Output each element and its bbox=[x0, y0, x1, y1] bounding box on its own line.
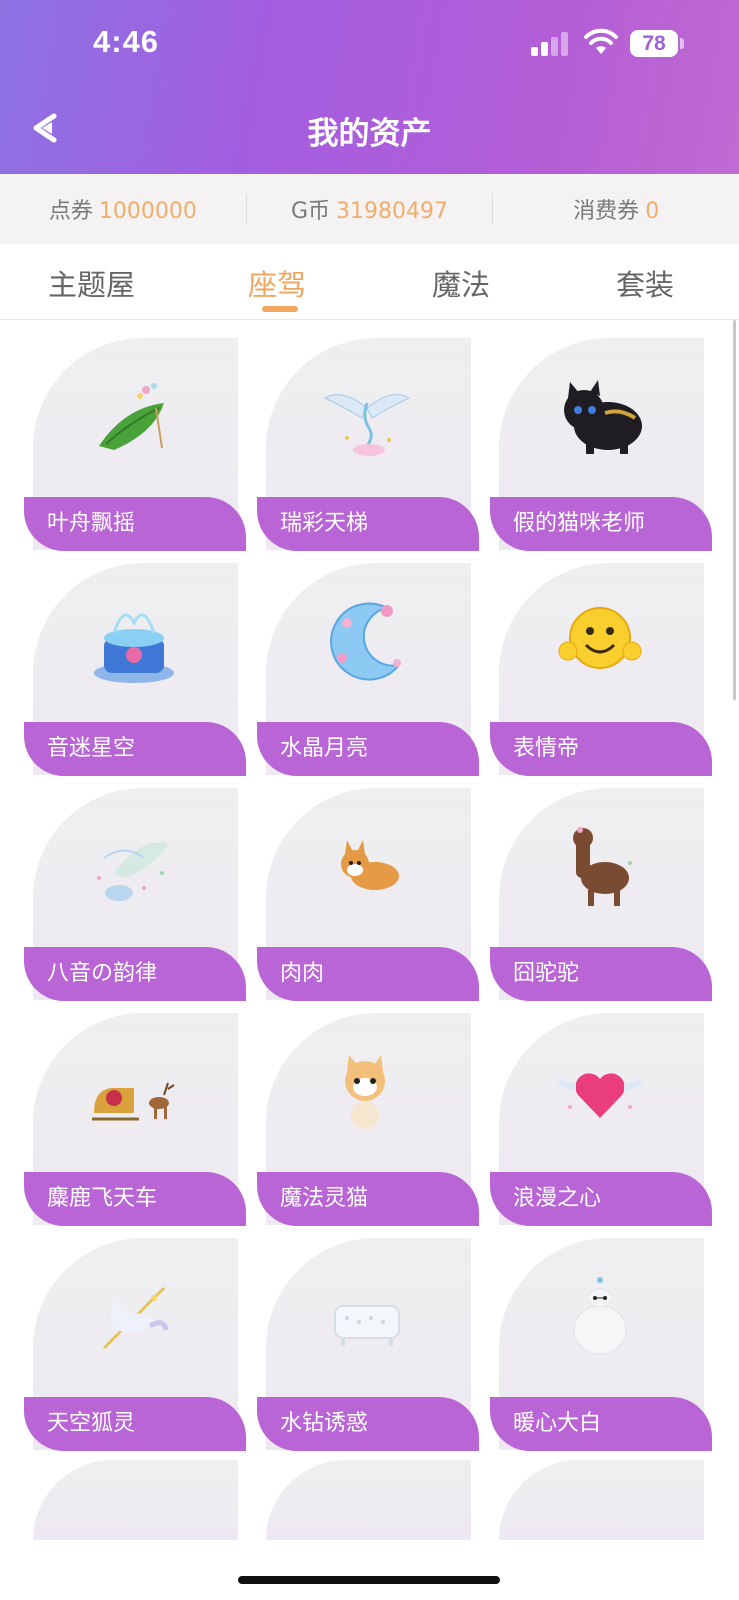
alpaca-icon bbox=[573, 827, 632, 906]
item-card[interactable] bbox=[490, 1460, 710, 1540]
corgi-icon bbox=[341, 840, 399, 890]
item-card[interactable]: 水晶月亮 bbox=[257, 563, 479, 777]
winged-ladder-icon bbox=[323, 394, 411, 456]
baymax-icon bbox=[573, 1277, 627, 1355]
balance-label: G币 bbox=[290, 199, 331, 224]
tab-outfit[interactable]: 套装 bbox=[616, 262, 674, 304]
tab-magic[interactable]: 魔法 bbox=[432, 262, 490, 304]
item-name: 水晶月亮 bbox=[257, 722, 479, 776]
home-indicator[interactable] bbox=[238, 1576, 500, 1584]
item-card[interactable]: 假的猫咪老师 bbox=[490, 338, 712, 552]
category-tabs: 主题屋 座驾 魔法 套装 bbox=[0, 244, 739, 320]
item-name: 瑞彩天梯 bbox=[257, 497, 479, 551]
wifi-icon bbox=[584, 28, 618, 54]
item-name: 表情帝 bbox=[490, 722, 712, 776]
item-grid: 叶舟飘摇 瑞彩天梯 假的猫咪老师 音迷星空 水晶月亮 表情帝 八音の韵律 肉肉 … bbox=[0, 320, 739, 1540]
item-name: 假的猫咪老师 bbox=[490, 497, 712, 551]
item-card[interactable]: 肉肉 bbox=[257, 788, 479, 1002]
item-name: 暖心大白 bbox=[490, 1397, 712, 1451]
page-title: 我的资产 bbox=[307, 116, 432, 152]
item-card[interactable]: 水钻诱惑 bbox=[257, 1238, 479, 1452]
item-name: 肉肉 bbox=[257, 947, 479, 1001]
item-card[interactable]: 音迷星空 bbox=[24, 563, 246, 777]
item-card[interactable] bbox=[24, 1460, 244, 1540]
card-background bbox=[33, 1460, 238, 1540]
sky-fox-icon bbox=[102, 1286, 169, 1350]
active-tab-indicator bbox=[262, 306, 298, 312]
balance-gcoin: G币 31980497 bbox=[247, 193, 493, 225]
item-name: 八音の韵律 bbox=[24, 947, 246, 1001]
item-name: 浪漫之心 bbox=[490, 1172, 712, 1226]
black-cat-icon bbox=[564, 380, 642, 454]
reindeer-sleigh-icon bbox=[92, 1082, 175, 1121]
item-card[interactable]: 囧驼驼 bbox=[490, 788, 712, 1002]
scrollbar[interactable] bbox=[733, 320, 736, 700]
crystal-moon-icon bbox=[330, 602, 402, 681]
smiley-icon bbox=[558, 607, 642, 669]
leaf-boat-icon bbox=[99, 383, 164, 450]
item-name: 麋鹿飞天车 bbox=[24, 1172, 246, 1226]
item-card[interactable]: 天空狐灵 bbox=[24, 1238, 246, 1452]
balance-label: 点券 bbox=[48, 199, 93, 224]
item-name: 叶舟飘摇 bbox=[24, 497, 246, 551]
item-card[interactable]: 魔法灵猫 bbox=[257, 1013, 479, 1227]
card-background bbox=[266, 1460, 471, 1540]
magic-cat-icon bbox=[345, 1055, 385, 1129]
diamond-bathtub-icon bbox=[334, 1305, 400, 1346]
cellular-signal-icon bbox=[531, 32, 569, 56]
balance-value: 31980497 bbox=[336, 199, 449, 224]
item-card[interactable]: 表情帝 bbox=[490, 563, 712, 777]
item-card[interactable]: 瑞彩天梯 bbox=[257, 338, 479, 552]
balance-value: 0 bbox=[645, 199, 660, 224]
crystal-fountain-icon bbox=[94, 613, 174, 683]
balance-label: 消费券 bbox=[573, 199, 640, 224]
item-name: 水钻诱惑 bbox=[257, 1397, 479, 1451]
battery-tip bbox=[680, 38, 684, 49]
item-card[interactable]: 八音の韵律 bbox=[24, 788, 246, 1002]
item-card[interactable]: 浪漫之心 bbox=[490, 1013, 712, 1227]
app-header: 4:46 78 我的资产 bbox=[0, 0, 739, 174]
item-name: 音迷星空 bbox=[24, 722, 246, 776]
winged-heart-icon bbox=[556, 1073, 644, 1118]
item-card[interactable] bbox=[257, 1460, 477, 1540]
item-card[interactable]: 暖心大白 bbox=[490, 1238, 712, 1452]
balance-coupon: 消费券 0 bbox=[493, 193, 739, 225]
item-card[interactable]: 叶舟飘摇 bbox=[24, 338, 246, 552]
card-background bbox=[499, 1460, 704, 1540]
balance-bar: 点券 1000000 G币 31980497 消费券 0 bbox=[0, 174, 739, 244]
tab-theme-house[interactable]: 主题屋 bbox=[48, 262, 135, 304]
balance-value: 1000000 bbox=[98, 199, 197, 224]
item-card[interactable]: 麋鹿飞天车 bbox=[24, 1013, 246, 1227]
item-name: 囧驼驼 bbox=[490, 947, 712, 1001]
item-name: 魔法灵猫 bbox=[257, 1172, 479, 1226]
music-box-icon bbox=[97, 842, 169, 901]
item-name: 天空狐灵 bbox=[24, 1397, 246, 1451]
balance-dianquan: 点券 1000000 bbox=[0, 193, 246, 225]
status-time: 4:46 bbox=[93, 24, 160, 59]
battery-icon: 78 bbox=[630, 30, 678, 57]
tab-vehicle[interactable]: 座驾 bbox=[248, 262, 306, 304]
